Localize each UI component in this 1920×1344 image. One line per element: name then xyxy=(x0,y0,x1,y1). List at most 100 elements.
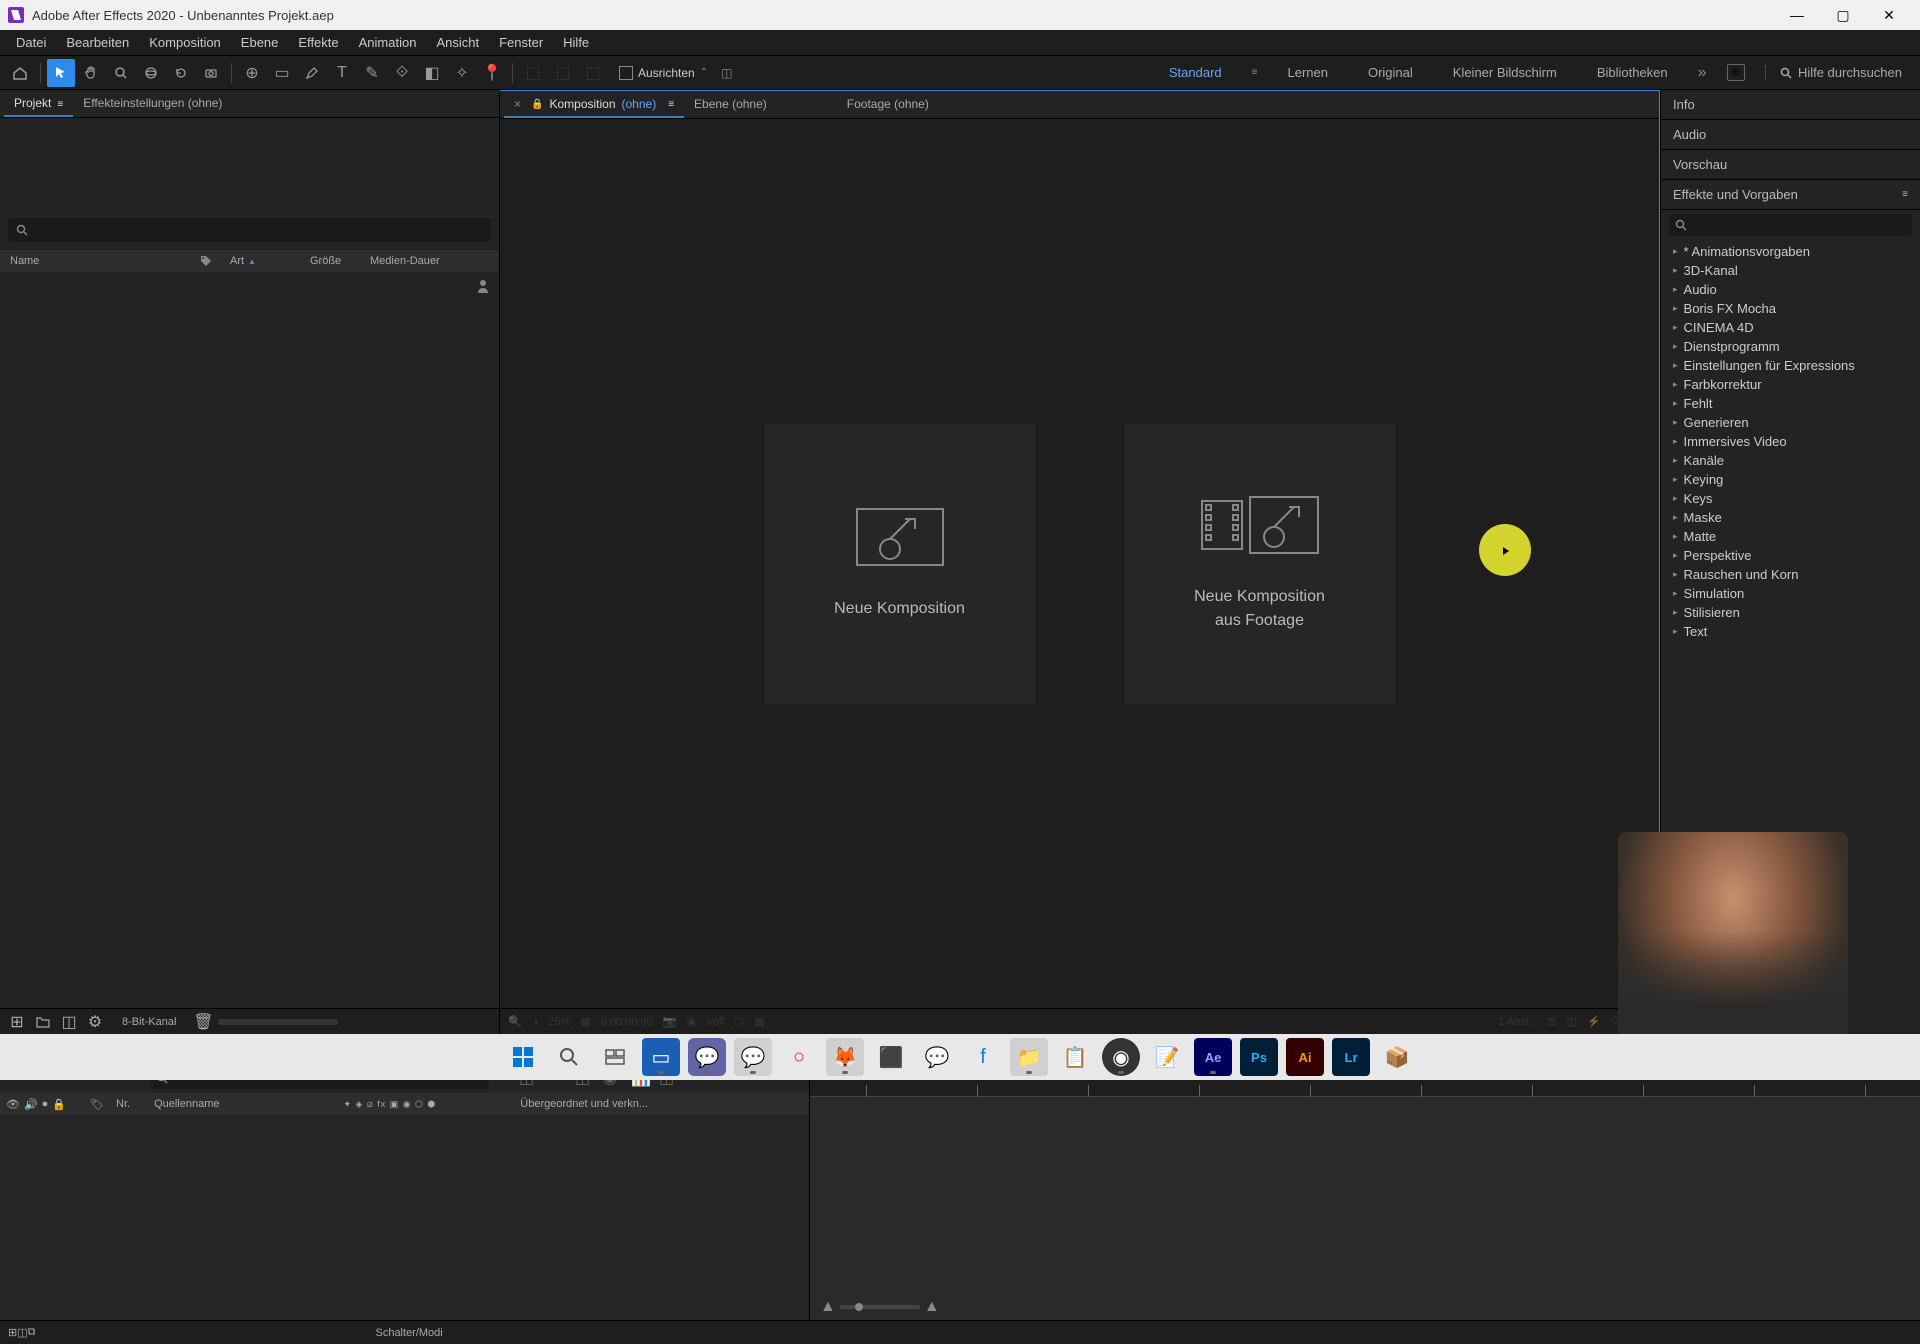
label-icon[interactable]: 🏷 xyxy=(90,1098,104,1111)
effect-category[interactable]: ▸Rauschen und Korn xyxy=(1661,565,1920,584)
col-name[interactable]: Name xyxy=(10,255,200,267)
eraser-tool[interactable]: ◧ xyxy=(418,59,446,87)
snapshot-icon[interactable]: 📷 xyxy=(663,1015,677,1028)
interpret-footage-icon[interactable] xyxy=(475,278,491,294)
effect-category[interactable]: ▸Keys xyxy=(1661,489,1920,508)
view-axis[interactable]: ⬚ xyxy=(579,59,607,87)
resolution-value[interactable]: Voll xyxy=(706,1016,724,1028)
effect-category[interactable]: ▸CINEMA 4D xyxy=(1661,318,1920,337)
project-empty-area[interactable] xyxy=(0,272,499,1008)
effect-category[interactable]: ▸Generieren xyxy=(1661,413,1920,432)
panel-info[interactable]: Info xyxy=(1661,90,1920,120)
anchor-tool[interactable]: ⊕ xyxy=(238,59,266,87)
firefox-icon[interactable]: 🦊 xyxy=(826,1038,864,1076)
effect-category[interactable]: ▸Perspektive xyxy=(1661,546,1920,565)
files-icon[interactable]: 📁 xyxy=(1010,1038,1048,1076)
bit-depth[interactable]: 8-Bit-Kanal xyxy=(110,1016,188,1028)
effect-category[interactable]: ▸Stilisieren xyxy=(1661,603,1920,622)
effects-search[interactable] xyxy=(1669,214,1912,236)
workspace-lernen[interactable]: Lernen xyxy=(1277,61,1337,84)
time-value[interactable]: 0:00:00:00 xyxy=(601,1016,653,1028)
snap-options-icon[interactable]: ⌃ xyxy=(700,67,708,78)
new-composition-button[interactable]: Neue Komposition xyxy=(765,424,1035,704)
local-axis[interactable]: ⬚ xyxy=(519,59,547,87)
col-dur[interactable]: Medien-Dauer xyxy=(370,255,489,267)
opera-icon[interactable]: ○ xyxy=(780,1038,818,1076)
effect-category[interactable]: ▸Immersives Video xyxy=(1661,432,1920,451)
menu-ebene[interactable]: Ebene xyxy=(231,32,289,53)
tab-effekteinstellungen[interactable]: Effekteinstellungen (ohne) xyxy=(73,91,232,117)
effect-category[interactable]: ▸Matte xyxy=(1661,527,1920,546)
effect-category[interactable]: ▸Boris FX Mocha xyxy=(1661,299,1920,318)
workspace-menu-icon[interactable]: ≡ xyxy=(1252,67,1258,78)
effect-category[interactable]: ▸Simulation xyxy=(1661,584,1920,603)
messenger-icon[interactable]: 💬 xyxy=(918,1038,956,1076)
brush-tool[interactable]: ✎ xyxy=(358,59,386,87)
app-icon-3[interactable]: 📦 xyxy=(1378,1038,1416,1076)
audio-switch-icon[interactable]: 🔊 xyxy=(24,1098,38,1111)
toggle-switches-icon[interactable]: ⊞ xyxy=(8,1326,17,1339)
search-button[interactable] xyxy=(550,1038,588,1076)
facebook-icon[interactable]: f xyxy=(964,1038,1002,1076)
view-layout-icon[interactable]: ⊞ xyxy=(1547,1015,1556,1028)
puppet-tool[interactable]: 📍 xyxy=(478,59,506,87)
world-axis[interactable]: ⬚ xyxy=(549,59,577,87)
text-tool[interactable]: T xyxy=(328,59,356,87)
interpret-icon[interactable]: ⊞ xyxy=(6,1012,28,1032)
workspace-reset-icon[interactable]: ⊞ xyxy=(1727,64,1745,81)
video-switch-icon[interactable]: 👁 xyxy=(6,1098,20,1111)
folder-icon[interactable] xyxy=(32,1012,54,1032)
task-view-button[interactable] xyxy=(596,1038,634,1076)
clone-tool[interactable]: ⟐ xyxy=(388,59,416,87)
tab-footage[interactable]: Footage (ohne) xyxy=(837,92,939,118)
whatsapp-icon[interactable]: 💬 xyxy=(734,1038,772,1076)
notepad-icon[interactable]: 📝 xyxy=(1148,1038,1186,1076)
workspace-original[interactable]: Original xyxy=(1358,61,1423,84)
col-size[interactable]: Größe xyxy=(310,255,370,267)
roto-tool[interactable]: ✧ xyxy=(448,59,476,87)
close-button[interactable]: ✕ xyxy=(1866,0,1912,30)
view-value[interactable]: 1 Ansi... xyxy=(1498,1016,1537,1028)
solo-switch-icon[interactable]: ● xyxy=(42,1098,49,1110)
close-icon[interactable]: × xyxy=(514,97,521,111)
hand-tool[interactable] xyxy=(77,59,105,87)
menu-bearbeiten[interactable]: Bearbeiten xyxy=(56,32,139,53)
home-button[interactable] xyxy=(6,59,34,87)
minimize-button[interactable]: — xyxy=(1774,0,1820,30)
grid-icon[interactable]: ▦ xyxy=(580,1015,590,1028)
effect-category[interactable]: ▸Dienstprogramm xyxy=(1661,337,1920,356)
time-ruler[interactable] xyxy=(810,1077,1920,1097)
zoom-value[interactable]: 25% xyxy=(548,1016,570,1028)
magnify-icon[interactable]: 🔍 xyxy=(508,1015,522,1028)
zoom-tool[interactable] xyxy=(107,59,135,87)
menu-effekte[interactable]: Effekte xyxy=(288,32,348,53)
lightroom-icon[interactable]: Lr xyxy=(1332,1038,1370,1076)
pen-tool[interactable] xyxy=(298,59,326,87)
effect-category[interactable]: ▸3D-Kanal xyxy=(1661,261,1920,280)
project-search[interactable] xyxy=(8,218,491,242)
teams-icon[interactable]: 💬 xyxy=(688,1038,726,1076)
orbit-tool[interactable] xyxy=(137,59,165,87)
camera-tool[interactable] xyxy=(197,59,225,87)
trash-icon[interactable]: 🗑 xyxy=(192,1012,214,1032)
selection-tool[interactable] xyxy=(47,59,75,87)
effect-category[interactable]: ▸Maske xyxy=(1661,508,1920,527)
menu-fenster[interactable]: Fenster xyxy=(489,32,553,53)
effect-category[interactable]: ▸* Animationsvorgaben xyxy=(1661,242,1920,261)
timeline-track-area[interactable]: ▲ ▲ xyxy=(810,1063,1920,1320)
switches-label[interactable]: Schalter/Modi xyxy=(375,1327,442,1339)
col-nr[interactable]: Nr. xyxy=(116,1098,130,1110)
effect-category[interactable]: ▸Farbkorrektur xyxy=(1661,375,1920,394)
snap-checkbox[interactable]: Ausrichten ⌃ ◫ xyxy=(619,66,732,80)
settings-icon[interactable]: ⚙ xyxy=(84,1012,106,1032)
new-comp-icon[interactable]: ◫ xyxy=(58,1012,80,1032)
panel-audio[interactable]: Audio xyxy=(1661,120,1920,150)
tab-projekt[interactable]: Projekt≡ xyxy=(4,91,73,117)
toggle-modes-icon[interactable]: ◫ xyxy=(17,1326,27,1339)
fast-preview-icon[interactable]: ⚡ xyxy=(1587,1015,1601,1028)
snap-to-icon[interactable]: ◫ xyxy=(721,66,732,80)
col-quellenname[interactable]: Quellenname xyxy=(154,1098,219,1110)
workspace-overflow-icon[interactable]: » xyxy=(1698,64,1707,82)
tab-komposition[interactable]: × 🔒 Komposition (ohne) ≡ xyxy=(504,92,684,118)
help-search[interactable]: Hilfe durchsuchen xyxy=(1765,65,1902,80)
